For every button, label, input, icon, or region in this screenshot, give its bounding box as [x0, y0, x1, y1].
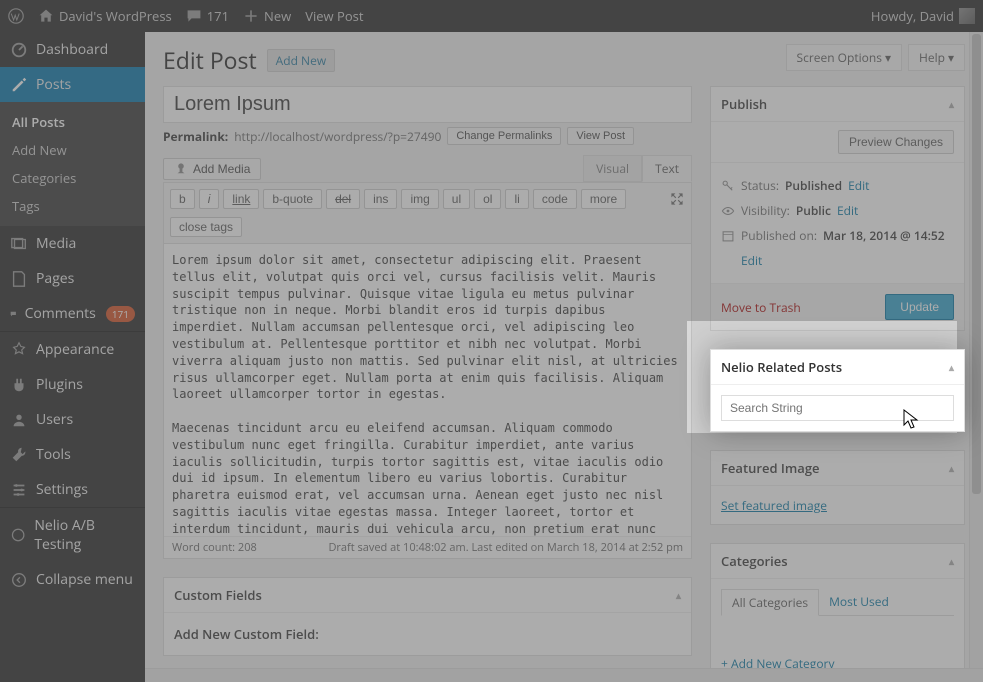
comments-badge: 171 — [106, 306, 135, 322]
qt-img[interactable]: img — [401, 189, 438, 209]
change-permalinks-button[interactable]: Change Permalinks — [447, 127, 561, 145]
qt-link[interactable]: link — [223, 189, 259, 209]
nelio-heading[interactable]: Nelio Related Posts▴ — [711, 350, 964, 385]
cat-tab-all[interactable]: All Categories — [721, 589, 819, 616]
nelio-search-input[interactable] — [721, 395, 954, 421]
preview-changes-button[interactable]: Preview Changes — [838, 130, 954, 154]
edit-date-link[interactable]: Edit — [741, 252, 762, 269]
publish-box: Publish▴ Preview Changes Status: Publish… — [710, 86, 965, 331]
qt-del[interactable]: del — [326, 189, 360, 209]
editor-wrap: Word count: 208 Draft saved at 10:48:02 … — [163, 244, 692, 559]
quicktags-toolbar: b i link b-quote del ins img ul ol li co… — [163, 182, 692, 244]
chevron-down-icon: ▾ — [885, 49, 891, 66]
triangle-up-icon: ▴ — [949, 461, 954, 475]
menu-comments[interactable]: Comments171 — [0, 296, 145, 331]
cat-tab-mostused[interactable]: Most Used — [819, 589, 899, 615]
submenu-all-posts[interactable]: All Posts — [0, 108, 145, 136]
help-toggle[interactable]: Help▾ — [908, 44, 965, 71]
qt-bold[interactable]: b — [170, 189, 195, 209]
qt-ul[interactable]: ul — [443, 189, 470, 209]
chevron-down-icon: ▾ — [948, 49, 954, 66]
calendar-icon — [721, 229, 735, 243]
collapse-menu[interactable]: Collapse menu — [0, 562, 145, 597]
qt-ol[interactable]: ol — [474, 189, 501, 209]
permalink-url: http://localhost/wordpress/?p=27490 — [234, 128, 441, 145]
cursor-icon — [903, 409, 919, 431]
screen-options-toggle[interactable]: Screen Options▾ — [786, 44, 903, 71]
featured-image-box: Featured Image▴ Set featured image — [710, 450, 965, 525]
menu-settings[interactable]: Settings — [0, 472, 145, 507]
featured-image-heading[interactable]: Featured Image▴ — [711, 451, 964, 486]
tab-visual[interactable]: Visual — [583, 155, 642, 182]
set-featured-image-link[interactable]: Set featured image — [721, 497, 827, 514]
qt-more[interactable]: more — [581, 189, 626, 209]
categories-heading[interactable]: Categories▴ — [711, 544, 964, 579]
menu-pages[interactable]: Pages — [0, 261, 145, 296]
word-count: Word count: 208 — [172, 540, 257, 555]
tab-text[interactable]: Text — [642, 155, 692, 182]
wp-logo[interactable] — [8, 8, 24, 24]
content-textarea[interactable] — [164, 244, 691, 539]
eye-icon — [721, 204, 735, 218]
edit-visibility-link[interactable]: Edit — [837, 202, 858, 219]
admin-toolbar: David's WordPress 171 New View Post Howd… — [0, 0, 983, 32]
new-content[interactable]: New — [243, 7, 291, 25]
menu-posts[interactable]: Posts — [0, 67, 145, 102]
submenu-add-new[interactable]: Add New — [0, 136, 145, 164]
menu-tools[interactable]: Tools — [0, 437, 145, 472]
custom-fields-box: Custom Fields▴ Add New Custom Field: — [163, 577, 692, 656]
edit-status-link[interactable]: Edit — [848, 177, 869, 194]
menu-nelio[interactable]: Nelio A/B Testing — [0, 508, 145, 562]
key-icon — [721, 179, 735, 193]
my-account[interactable]: Howdy, David — [871, 7, 975, 25]
menu-users[interactable]: Users — [0, 402, 145, 437]
qt-code[interactable]: code — [533, 189, 577, 209]
menu-media[interactable]: Media — [0, 226, 145, 261]
submenu-posts: All Posts Add New Categories Tags — [0, 102, 145, 226]
comments-link[interactable]: 171 — [186, 7, 229, 25]
nelio-related-posts-box: Nelio Related Posts▴ — [710, 349, 965, 432]
post-title-input[interactable] — [163, 86, 692, 123]
publish-heading[interactable]: Publish▴ — [711, 87, 964, 122]
page-title: Edit Post — [163, 44, 257, 76]
menu-plugins[interactable]: Plugins — [0, 367, 145, 402]
add-media-button[interactable]: Add Media — [163, 158, 261, 180]
menu-appearance[interactable]: Appearance — [0, 332, 145, 367]
site-name[interactable]: David's WordPress — [38, 7, 172, 25]
permalink-row: Permalink: http://localhost/wordpress/?p… — [163, 127, 692, 145]
update-button[interactable]: Update — [885, 294, 954, 320]
qt-italic[interactable]: i — [199, 189, 220, 209]
submenu-categories[interactable]: Categories — [0, 164, 145, 192]
custom-fields-heading[interactable]: Custom Fields▴ — [164, 578, 691, 613]
submenu-tags[interactable]: Tags — [0, 192, 145, 220]
add-new-button[interactable]: Add New — [267, 49, 335, 72]
move-to-trash-link[interactable]: Move to Trash — [721, 299, 801, 316]
qt-bquote[interactable]: b-quote — [263, 189, 322, 209]
qt-ins[interactable]: ins — [364, 189, 397, 209]
media-icon — [174, 162, 188, 176]
menu-dashboard[interactable]: Dashboard — [0, 32, 145, 67]
triangle-up-icon: ▴ — [949, 360, 954, 374]
admin-sidebar: Dashboard Posts All Posts Add New Catego… — [0, 32, 145, 682]
triangle-up-icon: ▴ — [949, 554, 954, 568]
fullscreen-icon[interactable] — [669, 191, 685, 207]
qt-close-tags[interactable]: close tags — [170, 217, 242, 237]
avatar-icon — [959, 8, 975, 24]
triangle-up-icon: ▴ — [949, 97, 954, 111]
custom-fields-addnew: Add New Custom Field: — [164, 613, 691, 655]
qt-li[interactable]: li — [505, 189, 528, 209]
main-content: Screen Options▾ Help▾ Edit Post Add New … — [145, 32, 983, 682]
last-edit: Draft saved at 10:48:02 am. Last edited … — [328, 540, 683, 555]
view-post-button[interactable]: View Post — [567, 127, 634, 145]
view-post-link[interactable]: View Post — [305, 7, 363, 25]
horizontal-scrollbar[interactable] — [145, 668, 983, 682]
triangle-up-icon: ▴ — [676, 588, 681, 602]
categories-box: Categories▴ All Categories Most Used + A… — [710, 543, 965, 682]
vertical-scrollbar[interactable] — [969, 32, 983, 668]
